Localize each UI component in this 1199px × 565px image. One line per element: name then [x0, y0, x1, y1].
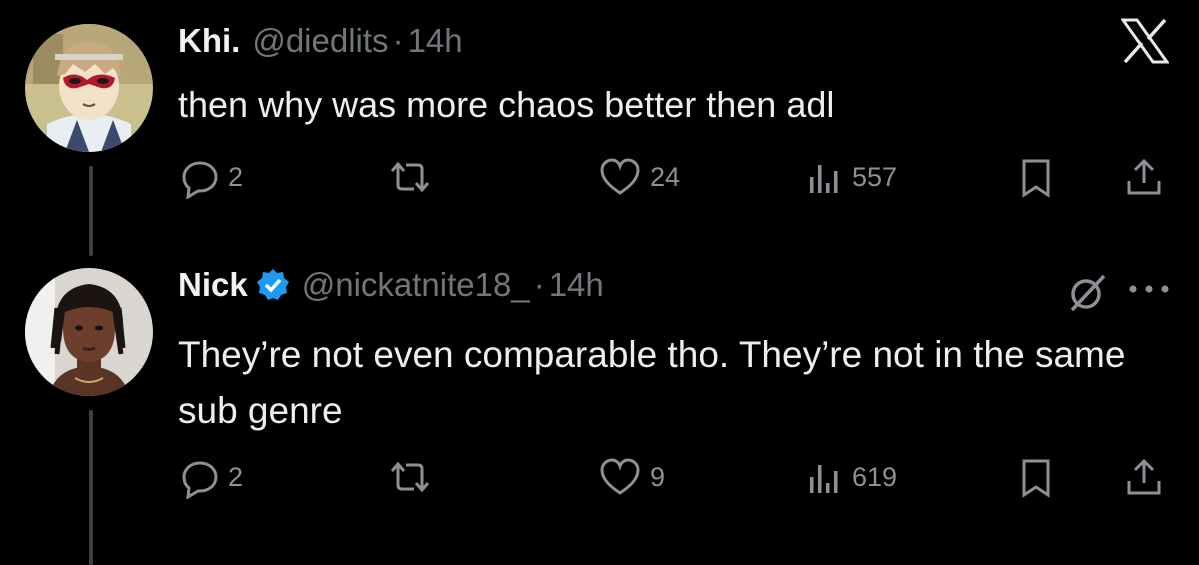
- action-bar: 2 24 557: [0, 152, 1199, 202]
- reply-icon: [182, 461, 218, 499]
- reply-button[interactable]: 2: [178, 152, 243, 202]
- display-name[interactable]: Nick: [178, 266, 248, 304]
- heart-icon: [600, 158, 640, 195]
- share-icon: [1127, 458, 1161, 495]
- avatar[interactable]: [25, 268, 153, 396]
- repost-button[interactable]: [384, 452, 442, 502]
- repost-button[interactable]: [384, 152, 442, 202]
- avatar[interactable]: [25, 24, 153, 152]
- verified-badge-icon: [256, 269, 289, 300]
- bookmark-button[interactable]: [1016, 452, 1056, 502]
- views-count: 619: [852, 461, 898, 492]
- timestamp[interactable]: 14h: [408, 22, 463, 60]
- repost-icon: [390, 161, 430, 193]
- heart-icon: [600, 458, 640, 495]
- share-icon: [1127, 158, 1161, 195]
- like-count: 9: [650, 461, 666, 492]
- display-name[interactable]: Khi.: [178, 22, 240, 60]
- grok-icon[interactable]: [1064, 272, 1110, 314]
- tweet-text: They’re not even comparable tho. They’re…: [178, 334, 1126, 431]
- separator: ·: [392, 22, 404, 59]
- views-icon: [810, 165, 838, 193]
- x-logo-icon[interactable]: [1121, 18, 1169, 64]
- share-button[interactable]: [1122, 152, 1166, 202]
- timestamp[interactable]: 14h: [549, 266, 604, 304]
- views-button[interactable]: 619: [804, 452, 897, 502]
- reply-button[interactable]: 2: [178, 452, 243, 502]
- share-button[interactable]: [1122, 452, 1166, 502]
- action-bar: 2 9 619: [0, 452, 1199, 502]
- more-icon[interactable]: [1125, 282, 1173, 296]
- like-button[interactable]: 9: [596, 452, 665, 502]
- tweet-text: then why was more chaos better then adl: [178, 84, 835, 125]
- tweet-header: Nick @nickatnite18_ · 14h: [178, 266, 604, 304]
- username[interactable]: @nickatnite18_: [302, 266, 530, 304]
- repost-icon: [390, 461, 430, 493]
- bookmark-icon: [1022, 159, 1050, 198]
- bookmark-button[interactable]: [1016, 152, 1056, 202]
- separator: ·: [533, 266, 545, 303]
- reply-count: 2: [228, 161, 244, 192]
- username[interactable]: @diedlits: [252, 22, 388, 60]
- views-button[interactable]: 557: [804, 152, 897, 202]
- reply-count: 2: [228, 461, 244, 492]
- like-count: 24: [650, 161, 681, 192]
- views-icon: [810, 465, 838, 493]
- bookmark-icon: [1022, 459, 1050, 498]
- tweet-header: Khi. @diedlits · 14h: [178, 22, 463, 60]
- like-button[interactable]: 24: [596, 152, 680, 202]
- views-count: 557: [852, 161, 898, 192]
- reply-icon: [182, 161, 218, 199]
